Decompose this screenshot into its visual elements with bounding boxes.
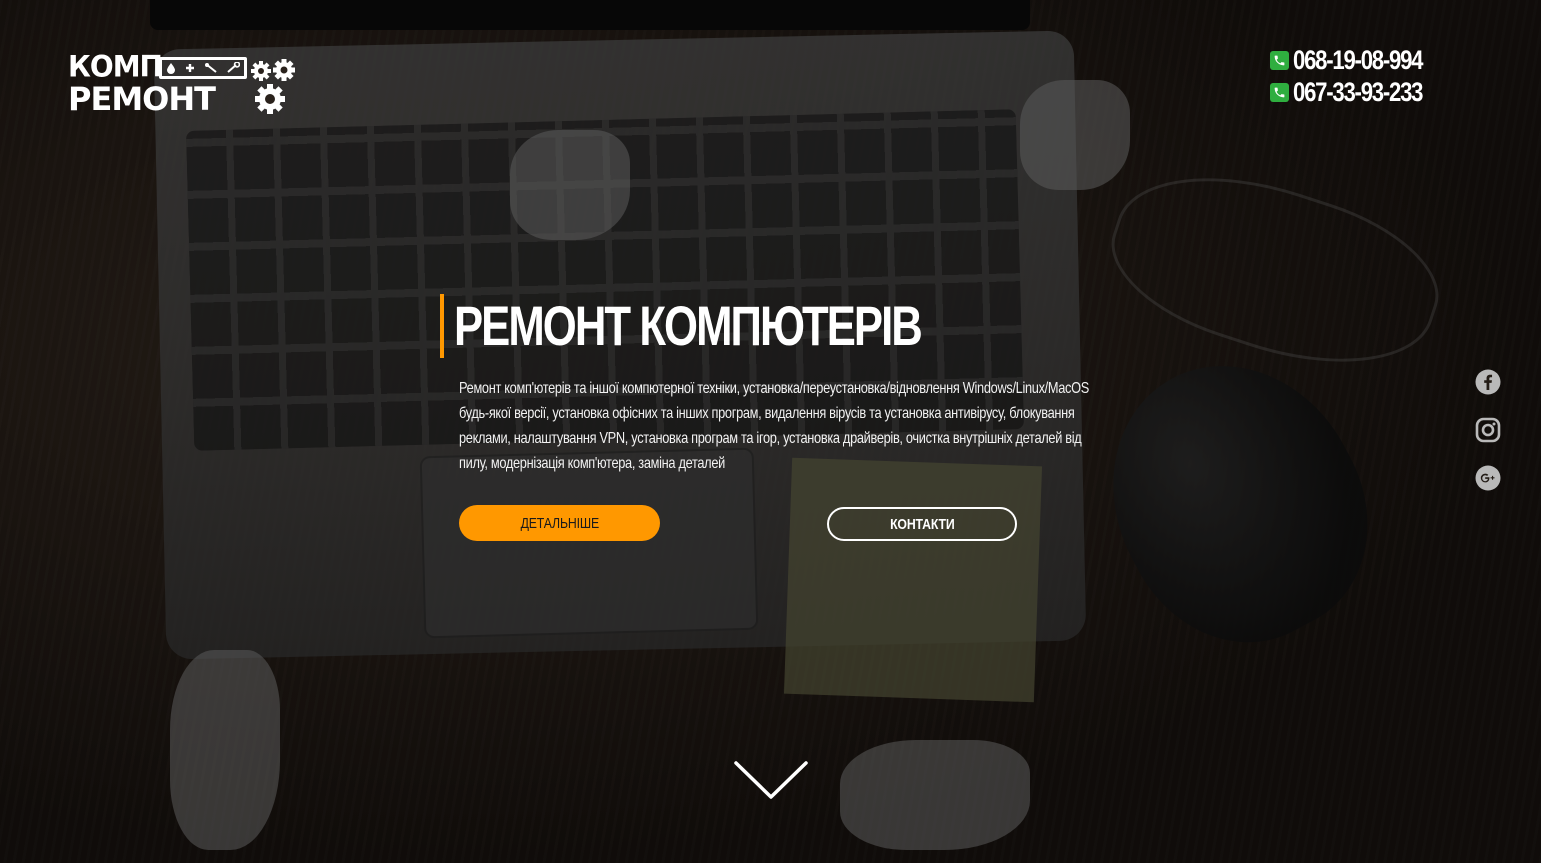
phone-link-2[interactable]: 067-33-93-233	[1270, 76, 1473, 108]
hero-title-block: РЕМОНТ КОМПЮТЕРІВ	[440, 294, 1053, 358]
toolbox-icon	[159, 57, 247, 79]
phone-icon	[1270, 82, 1289, 102]
plus-icon	[186, 64, 194, 72]
hero-title: РЕМОНТ КОМПЮТЕРІВ	[454, 294, 923, 357]
details-button[interactable]: ДЕТАЛЬНІШЕ	[459, 505, 660, 541]
screwdriver-icon	[205, 63, 217, 73]
phone-link-1[interactable]: 068-19-08-994	[1270, 44, 1473, 76]
google-plus-link[interactable]	[1474, 464, 1501, 491]
details-button-label: ДЕТАЛЬНІШЕ	[520, 514, 599, 532]
facebook-icon	[1475, 369, 1500, 394]
header-phones: 068-19-08-994 067-33-93-233	[1270, 44, 1473, 108]
gear-icon	[251, 59, 295, 114]
instagram-link[interactable]	[1474, 416, 1501, 443]
google-plus-icon	[1475, 465, 1500, 490]
social-links	[1474, 368, 1501, 512]
facebook-link[interactable]	[1474, 368, 1501, 395]
wrench-icon	[227, 62, 240, 73]
chevron-down-icon	[734, 761, 808, 799]
drop-icon	[167, 63, 175, 74]
phone-number: 067-33-93-233	[1293, 76, 1423, 107]
contacts-button[interactable]: КОНТАКТИ	[827, 507, 1017, 541]
hero-description: Ремонт комп'ютерів та іншої компютерної …	[459, 380, 1089, 472]
logo-text-line1: КОМП	[68, 49, 163, 84]
phone-icon	[1270, 50, 1289, 70]
scroll-down-button[interactable]	[734, 760, 808, 802]
contacts-button-label: КОНТАКТИ	[889, 515, 955, 533]
logo-text-line2: РЕМОНТ	[68, 80, 216, 118]
phone-number: 068-19-08-994	[1293, 44, 1423, 75]
instagram-icon	[1475, 417, 1500, 442]
site-logo[interactable]: КОМП РЕМОНТ	[68, 49, 300, 118]
